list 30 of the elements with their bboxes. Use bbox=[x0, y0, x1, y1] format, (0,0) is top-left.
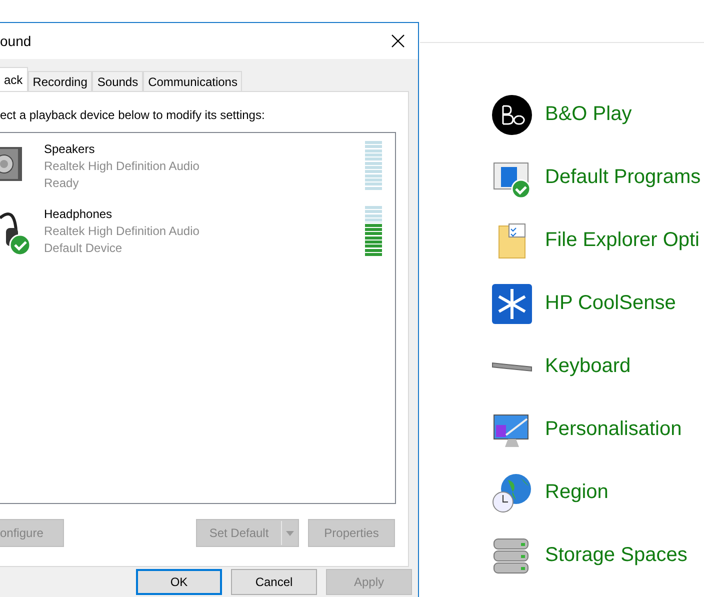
tab[interactable]: Recording bbox=[28, 71, 92, 91]
tab[interactable]: Communications bbox=[143, 71, 242, 91]
control-panel-link[interactable]: Default Programs bbox=[545, 166, 701, 189]
snowflake-icon bbox=[491, 282, 533, 324]
dialog-button[interactable]: OK bbox=[136, 569, 222, 595]
device-status: Ready bbox=[44, 175, 80, 192]
tab[interactable]: Sounds bbox=[92, 71, 144, 91]
tab[interactable]: ack bbox=[0, 67, 28, 91]
globe-clock-icon bbox=[491, 472, 533, 514]
control-panel-link[interactable]: Region bbox=[545, 481, 608, 504]
device-name: Speakers bbox=[44, 141, 96, 158]
close-icon[interactable] bbox=[390, 33, 406, 49]
window-title: ound bbox=[0, 33, 32, 49]
level-meter bbox=[365, 141, 382, 191]
speaker-icon bbox=[0, 147, 22, 181]
control-panel-link[interactable]: HP CoolSense bbox=[545, 292, 676, 315]
device-driver: Realtek High Definition Audio bbox=[44, 223, 200, 240]
control-panel-link[interactable]: B&O Play bbox=[545, 103, 632, 126]
keyboard-icon bbox=[492, 362, 532, 372]
logo-icon bbox=[491, 94, 533, 136]
device-name: Headphones bbox=[44, 206, 114, 223]
caret-icon bbox=[286, 530, 294, 536]
device-driver: Realtek High Definition Audio bbox=[44, 158, 200, 175]
control-panel-link[interactable]: File Explorer Opti bbox=[545, 229, 700, 252]
control-panel-link[interactable]: Storage Spaces bbox=[545, 544, 688, 567]
device-status: Default Device bbox=[44, 240, 124, 257]
control-panel-link[interactable]: Keyboard bbox=[545, 355, 631, 378]
dialog-button[interactable]: Cancel bbox=[231, 569, 317, 595]
instruction-text: ect a playback device below to modify its settings: bbox=[0, 108, 266, 122]
control-panel-link[interactable]: Personalisation bbox=[545, 418, 682, 441]
